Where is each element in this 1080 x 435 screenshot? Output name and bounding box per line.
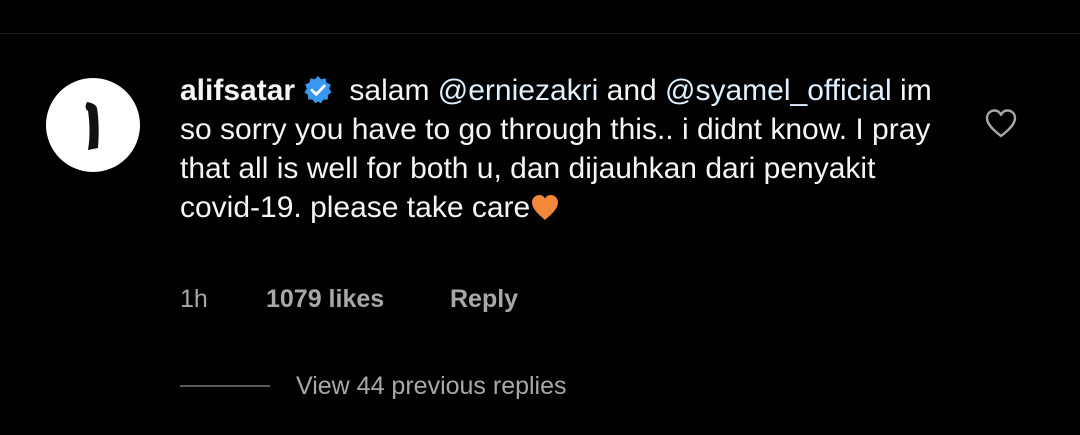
comment-meta-row: 1h 1079 likes Reply [180,282,518,316]
comment-time: 1h [180,284,208,313]
heart-outline-icon[interactable] [983,106,1019,140]
replies-divider-line [180,385,270,387]
view-replies-label: View 44 previous replies [296,371,567,400]
top-divider [0,33,1080,34]
mention-link[interactable]: @syamel_official [665,74,892,107]
comment-text-part: and [598,74,666,107]
view-replies-button[interactable]: View 44 previous replies [180,370,567,402]
avatar[interactable] [46,78,140,172]
comment-body: alifsatar salam @erniezakri and @syamel_… [180,71,960,227]
orange-heart-icon [532,195,559,220]
comment-username[interactable]: alifsatar [180,74,295,107]
comment-text: alifsatar salam @erniezakri and @syamel_… [180,71,960,227]
comment-text-part: salam [341,74,438,107]
verified-badge-icon [304,76,332,104]
mention-link[interactable]: @erniezakri [438,74,599,107]
reply-button[interactable]: Reply [450,285,518,314]
avatar-logo-icon [85,102,99,150]
comment-likes-count[interactable]: 1079 likes [266,285,450,314]
